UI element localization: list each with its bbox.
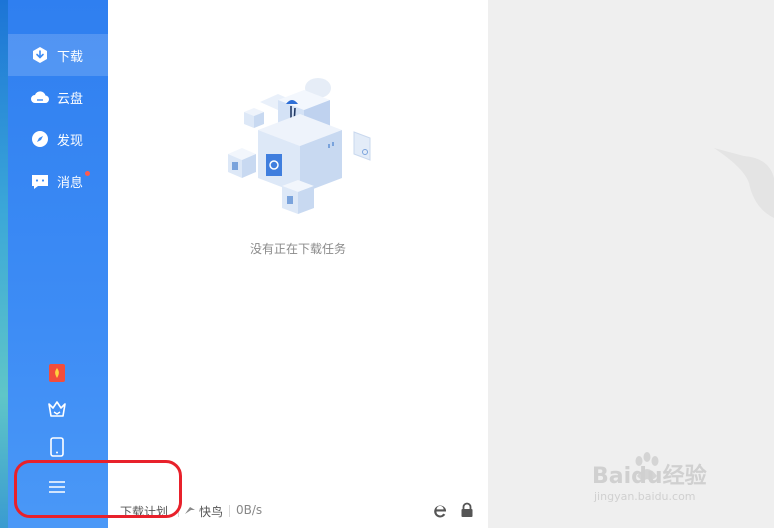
phone-icon[interactable] bbox=[46, 436, 68, 458]
divider bbox=[229, 505, 230, 517]
sidebar-item-messages[interactable]: 消息 bbox=[8, 160, 108, 202]
sidebar-item-label: 消息 bbox=[57, 176, 84, 191]
baidu-watermark: Baidu经验 jingyan.baidu.com bbox=[592, 448, 732, 512]
sidebar: 下载 云盘 发现 消息 bbox=[8, 0, 108, 528]
watermark-brand: Baidu经验 bbox=[592, 464, 707, 489]
crown-icon[interactable] bbox=[46, 398, 68, 420]
detail-panel: Baidu经验 jingyan.baidu.com bbox=[488, 0, 774, 528]
speed-mode-button[interactable]: 快鸟 bbox=[199, 503, 223, 520]
sidebar-item-cloud[interactable]: 云盘 bbox=[8, 76, 108, 118]
browser-ie-icon[interactable] bbox=[432, 502, 448, 521]
sidebar-item-label: 云盘 bbox=[57, 92, 84, 107]
sidebar-item-label: 下载 bbox=[57, 50, 84, 65]
message-icon bbox=[30, 171, 50, 191]
red-envelope-icon[interactable] bbox=[46, 362, 68, 384]
download-icon bbox=[30, 45, 50, 65]
sidebar-item-discover[interactable]: 发现 bbox=[8, 118, 108, 160]
download-speed: 0B/s bbox=[236, 503, 263, 517]
unread-badge bbox=[85, 171, 90, 176]
desktop-background-strip bbox=[0, 0, 8, 528]
download-panel: 没有正在下载任务 下载计划 快鸟 0B/s bbox=[108, 0, 488, 528]
empty-boxes-illustration bbox=[228, 78, 371, 214]
lock-icon[interactable] bbox=[460, 502, 474, 521]
speed-mode-icon bbox=[184, 504, 196, 519]
watermark-url: jingyan.baidu.com bbox=[594, 490, 696, 503]
highlight-annotation bbox=[14, 460, 182, 518]
empty-state-message: 没有正在下载任务 bbox=[249, 242, 346, 256]
sidebar-item-download[interactable]: 下载 bbox=[8, 34, 108, 76]
compass-icon bbox=[30, 129, 50, 149]
bird-logo-icon bbox=[714, 148, 774, 218]
sidebar-item-label: 发现 bbox=[57, 134, 84, 149]
cloud-icon bbox=[30, 87, 50, 107]
